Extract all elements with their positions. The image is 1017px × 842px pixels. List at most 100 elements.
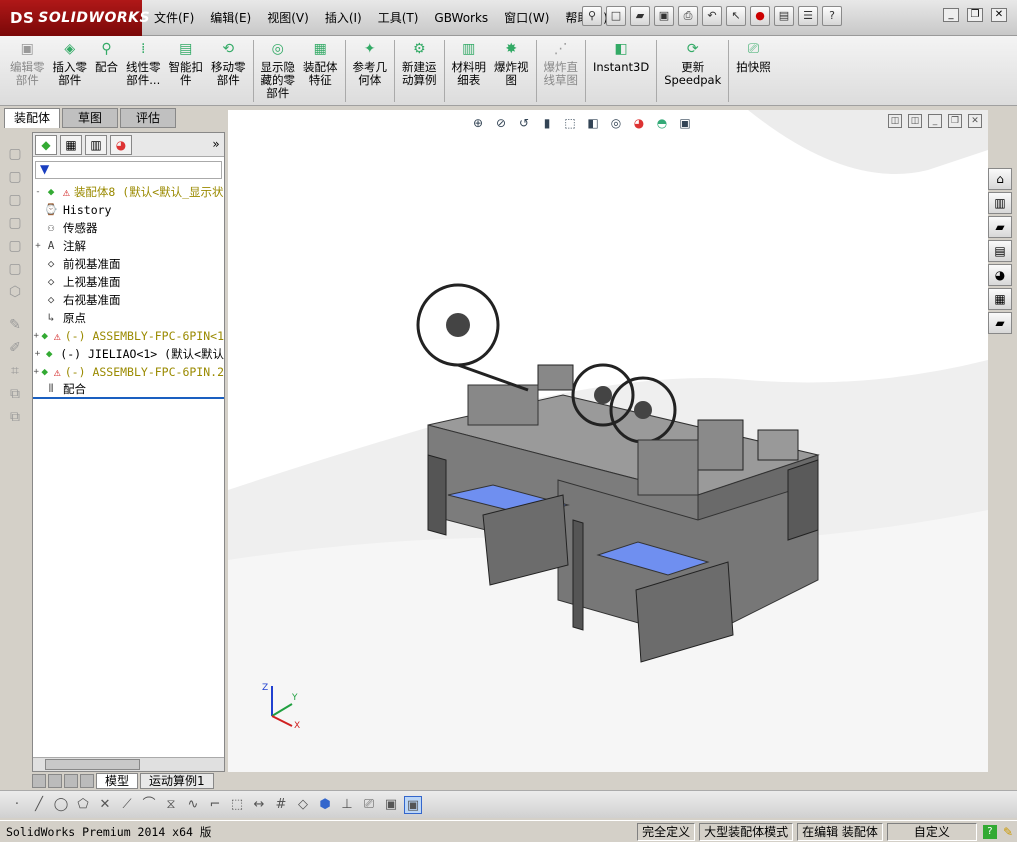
menu-view[interactable]: 视图(V) — [259, 9, 317, 27]
tree-item[interactable]: + ◆ ⚠ (-) ASSEMBLY-FPC-6PIN.2 — [33, 363, 224, 381]
view-cube-icon[interactable]: ⬡ — [4, 284, 26, 304]
assembly-model[interactable] — [228, 110, 988, 772]
cm-button-15[interactable]: ⎚ 拍快照 — [732, 36, 775, 104]
tree-item[interactable]: ◇ 前视基准面 — [33, 255, 224, 273]
view-cube-icon[interactable]: ▢ — [4, 238, 26, 258]
graphics-area[interactable]: ⊕ ⊘ ↺ ▮ ⬚ ◧ ◎ ◕ ◓ ▣ ◫ ◫ _ ❐ ✕ Z Y X — [228, 110, 988, 772]
file-explorer-icon[interactable]: ▰ — [988, 216, 1012, 238]
save-icon[interactable]: ▣ — [654, 6, 674, 26]
tree-item[interactable]: ↳ 原点 — [33, 309, 224, 327]
tab-motion-study[interactable]: 运动算例1 — [140, 773, 214, 789]
view-cube-icon[interactable]: ▢ — [4, 169, 26, 189]
open-folder-icon[interactable]: ▰ — [988, 312, 1012, 334]
tab-assembly[interactable]: 装配体 — [4, 108, 60, 128]
tab-model[interactable]: 模型 — [96, 773, 139, 789]
cm-button-14[interactable]: ⟳ 更新 Speedpak — [660, 36, 725, 104]
configuration-manager-tab-icon[interactable]: ▥ — [85, 134, 107, 155]
tree-item[interactable]: - ◆ ⚠ 装配体8 (默认<默认_显示状 — [33, 183, 224, 201]
scroll-thumb[interactable] — [45, 759, 140, 770]
property-manager-tab-icon[interactable]: ▦ — [60, 134, 82, 155]
tab-nav-next-icon[interactable] — [64, 774, 78, 788]
cm-button-10[interactable]: ▥ 材料明 细表 — [448, 36, 491, 104]
tree-item[interactable]: ⌚ History — [33, 201, 224, 219]
menu-file[interactable]: 文件(F) — [146, 9, 202, 27]
tab-evaluate[interactable]: 评估 — [120, 108, 176, 128]
dimension-icon[interactable]: ↔ — [250, 796, 268, 814]
camera-icon[interactable]: ⎚ — [360, 796, 378, 814]
view-palette-icon[interactable]: ▤ — [988, 240, 1012, 262]
help-icon[interactable]: ? — [982, 824, 997, 839]
cm-button-8[interactable]: ✦ 参考几 何体 — [349, 36, 392, 104]
view-cube-icon[interactable]: ▢ — [4, 215, 26, 235]
menu-tools[interactable]: 工具(T) — [370, 9, 427, 27]
rectangle-icon[interactable]: ⬚ — [228, 796, 246, 814]
3d-view-icon[interactable]: ▣ — [404, 795, 422, 814]
tree-item[interactable]: + ◆ ⚠ (-) ASSEMBLY-FPC-6PIN<1 — [33, 327, 224, 345]
cm-button-0[interactable]: ▣ 编辑零 部件 — [6, 36, 49, 104]
appearances-icon[interactable]: ◕ — [988, 264, 1012, 286]
trim-icon[interactable]: ✕ — [96, 796, 114, 814]
plane-icon[interactable]: ◇ — [294, 796, 312, 814]
close-icon[interactable]: ✕ — [991, 8, 1007, 22]
display-manager-tab-icon[interactable]: ◕ — [110, 134, 132, 155]
expand-toggle-icon[interactable]: + — [33, 349, 42, 359]
menu-gbworks[interactable]: GBWorks — [426, 9, 496, 27]
open-folder-icon[interactable]: ▰ — [630, 6, 650, 26]
cm-button-4[interactable]: ▤ 智能扣 件 — [165, 36, 208, 104]
cm-button-12[interactable]: ⋰ 爆炸直 线草图 — [540, 36, 583, 104]
line-icon[interactable]: ╱ — [30, 796, 48, 814]
feature-filter[interactable]: ▼ — [35, 161, 222, 179]
tree-item[interactable]: ⚇ 传感器 — [33, 219, 224, 237]
sketch-tool-icon[interactable]: ⧉ — [4, 386, 26, 406]
mirror-icon[interactable]: ⧖ — [162, 796, 180, 814]
pin-icon[interactable]: ⚲ — [582, 6, 602, 26]
menu-insert[interactable]: 插入(I) — [317, 9, 370, 27]
menu-edit[interactable]: 编辑(E) — [202, 9, 259, 27]
select-pointer-icon[interactable]: ↖ — [726, 6, 746, 26]
custom-properties-icon[interactable]: ▦ — [988, 288, 1012, 310]
sketch-tool-icon[interactable]: ⧉ — [4, 409, 26, 429]
options-icon[interactable]: ☰ — [798, 6, 818, 26]
offset-icon[interactable]: ⌒ — [140, 796, 158, 814]
help-question-icon[interactable]: ? — [822, 6, 842, 26]
circle-icon[interactable]: ◯ — [52, 796, 70, 814]
expand-toggle-icon[interactable]: - — [33, 187, 43, 197]
sketch-tool-icon[interactable]: ✎ — [4, 317, 26, 337]
restore-icon[interactable]: ❐ — [967, 8, 983, 22]
expand-toggle-icon[interactable]: + — [33, 241, 43, 251]
view-cube-icon[interactable]: ▢ — [4, 146, 26, 166]
tree-item[interactable]: ⫴ 配合 — [33, 381, 224, 399]
file-properties-icon[interactable]: ▤ — [774, 6, 794, 26]
cm-button-7[interactable]: ▦ 装配体 特征 — [299, 36, 342, 104]
tree-item[interactable]: + ◆ (-) JIELIAO<1> (默认<默认 — [33, 345, 224, 363]
new-document-icon[interactable]: □ — [606, 6, 626, 26]
polygon-icon[interactable]: ⬠ — [74, 796, 92, 814]
cm-button-13[interactable]: ◧ Instant3D — [589, 36, 653, 104]
print-icon[interactable]: ⎙ — [678, 6, 698, 26]
tree-item[interactable]: ◇ 右视基准面 — [33, 291, 224, 309]
status-units[interactable]: 自定义 — [886, 822, 977, 841]
tab-nav-prev-icon[interactable] — [48, 774, 62, 788]
cm-button-2[interactable]: ⚲ 配合 — [91, 36, 122, 104]
solidworks-logo[interactable]: DS SOLIDWORKS — [0, 0, 150, 36]
extend-icon[interactable]: ⟋ — [118, 796, 136, 814]
axis-icon[interactable]: ⊥ — [338, 796, 356, 814]
spline-icon[interactable]: ∿ — [184, 796, 202, 814]
view-cube-icon[interactable]: ▢ — [4, 261, 26, 281]
point-icon[interactable]: · — [8, 796, 26, 814]
tab-nav-last-icon[interactable] — [80, 774, 94, 788]
minimize-icon[interactable]: _ — [943, 8, 959, 22]
cm-button-1[interactable]: ◈ 插入零 部件 — [49, 36, 92, 104]
tree-item[interactable]: + A 注解 — [33, 237, 224, 255]
view-cube-icon[interactable]: ▢ — [4, 192, 26, 212]
tree-item[interactable]: ◇ 上视基准面 — [33, 273, 224, 291]
grid-icon[interactable]: # — [272, 796, 290, 814]
part-icon[interactable]: ⬢ — [316, 796, 334, 814]
design-library-icon[interactable]: ▥ — [988, 192, 1012, 214]
undo-icon[interactable]: ↶ — [702, 6, 722, 26]
cm-button-11[interactable]: ✸ 爆炸视 图 — [490, 36, 533, 104]
cube-icon[interactable]: ▣ — [382, 796, 400, 814]
more-tabs-icon[interactable]: » — [208, 135, 224, 155]
menu-window[interactable]: 窗口(W) — [496, 9, 557, 27]
corner-icon[interactable]: ⌐ — [206, 796, 224, 814]
